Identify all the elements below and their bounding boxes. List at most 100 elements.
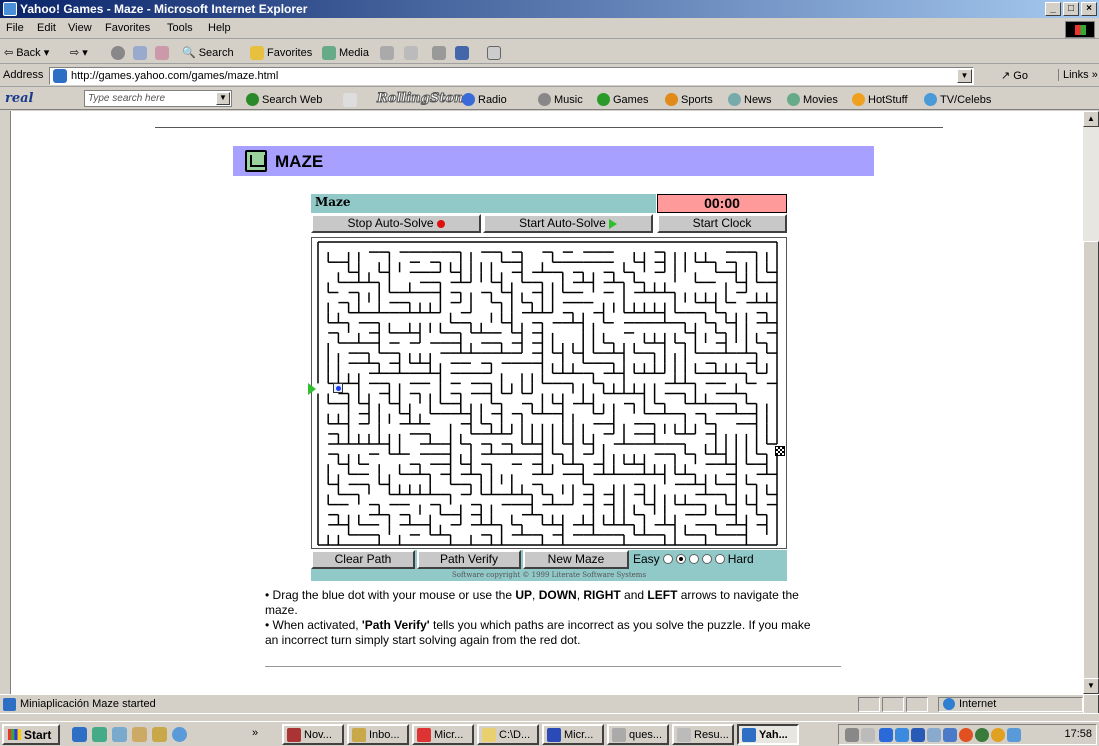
task-button[interactable]: ques... [607, 724, 669, 745]
menu-tools[interactable]: Tools [167, 22, 193, 34]
player-blue-dot[interactable] [333, 383, 343, 393]
forward-button[interactable]: ⇨ ▾ [70, 46, 88, 59]
copyright-text: Software copyright © 1999 Literate Softw… [311, 569, 787, 581]
back-button[interactable]: ⇦ Back ▾ [4, 46, 49, 60]
security-zone: Internet [943, 698, 996, 710]
games-link[interactable]: Games [597, 93, 648, 106]
play-icon [608, 218, 617, 229]
vertical-scrollbar[interactable]: ▲ ▼ [1083, 111, 1099, 741]
page-title: MAZE [275, 152, 324, 171]
hotstuff-link[interactable]: HotStuff [852, 93, 908, 106]
app-quicklaunch-icon[interactable] [132, 727, 147, 742]
new-maze-button[interactable]: New Maze [523, 550, 629, 569]
outlook-quicklaunch-icon[interactable] [92, 727, 107, 742]
app-quicklaunch-icon[interactable] [172, 727, 187, 742]
menu-help[interactable]: Help [208, 22, 231, 34]
tray-app-icon[interactable] [927, 728, 941, 742]
task-button[interactable]: C:\D... [477, 724, 539, 745]
scroll-thumb[interactable] [1083, 241, 1099, 741]
tray-app-icon[interactable] [895, 728, 909, 742]
address-bar: Address http://games.yahoo.com/games/maz… [0, 65, 1099, 87]
difficulty-radio-2[interactable] [675, 554, 686, 564]
volume-icon[interactable] [861, 728, 875, 742]
print-icon[interactable] [432, 46, 446, 60]
difficulty-radio-4[interactable] [701, 554, 712, 564]
clear-path-button[interactable]: Clear Path [311, 550, 415, 569]
menu-view[interactable]: View [68, 22, 92, 34]
start-autosolve-button[interactable]: Start Auto-Solve [483, 214, 653, 233]
address-dropdown[interactable]: ▼ [957, 69, 972, 83]
close-button[interactable]: × [1081, 2, 1097, 16]
search-web-button[interactable]: Search Web [246, 93, 322, 106]
refresh-icon[interactable] [133, 46, 147, 60]
start-clock-button[interactable]: Start Clock [657, 214, 787, 233]
quicklaunch-overflow[interactable]: » [252, 727, 262, 742]
go-button[interactable]: ↗ Go [1001, 69, 1028, 82]
real-logo[interactable]: real [5, 91, 33, 106]
task-icon [677, 727, 691, 742]
task-icon [417, 727, 431, 742]
maze-applet: Maze 00:00 Stop Auto-Solve Start Auto-So… [308, 194, 787, 581]
search-button[interactable]: 🔍 Search [182, 46, 234, 60]
tray-app-icon[interactable] [1007, 728, 1021, 742]
sports-link[interactable]: Sports [665, 93, 713, 106]
task-button[interactable]: Inbo... [347, 724, 409, 745]
address-input[interactable]: http://games.yahoo.com/games/maze.html ▼ [49, 67, 974, 85]
difficulty-radio-5[interactable] [714, 554, 725, 564]
desktop-quicklaunch-icon[interactable] [112, 727, 127, 742]
task-button[interactable]: Micr... [542, 724, 604, 745]
edit-icon[interactable] [455, 46, 469, 60]
network-icon[interactable] [845, 728, 859, 742]
difficulty-radio-1[interactable] [662, 554, 673, 564]
minimize-button[interactable]: _ [1045, 2, 1061, 16]
task-button[interactable]: Resu... [672, 724, 734, 745]
tray-app-icon[interactable] [943, 728, 957, 742]
path-verify-button[interactable]: Path Verify [417, 550, 521, 569]
home-icon[interactable] [155, 46, 169, 60]
ie-quicklaunch-icon[interactable] [72, 727, 87, 742]
discuss-icon[interactable] [487, 46, 501, 60]
task-button-active[interactable]: Yah... [737, 724, 799, 745]
status-panel [906, 697, 928, 712]
tv-celebs-link[interactable]: TV/Celebs [924, 93, 991, 106]
tray-app-icon[interactable] [911, 728, 925, 742]
movies-link[interactable]: Movies [787, 93, 838, 106]
real-search-input[interactable]: Type search here ▼ [84, 90, 232, 107]
menu-file[interactable]: File [6, 22, 24, 34]
tray-app-icon[interactable] [991, 728, 1005, 742]
menu-favorites[interactable]: Favorites [105, 22, 150, 34]
games-icon [597, 93, 610, 106]
difficulty-selector: Easy Hard [633, 552, 754, 566]
music-link[interactable]: Music [538, 93, 583, 106]
maze-board[interactable] [308, 237, 787, 549]
news-link[interactable]: News [728, 93, 772, 106]
status-text: Miniaplicación Maze started [20, 698, 156, 710]
tray-app-icon[interactable] [975, 728, 989, 742]
difficulty-radio-3[interactable] [688, 554, 699, 564]
maximize-button[interactable]: □ [1063, 2, 1079, 16]
scroll-up-button[interactable]: ▲ [1083, 111, 1099, 127]
rolling-stone-logo[interactable]: RollingStone [377, 91, 473, 107]
dropdown-arrow-icon[interactable]: ▼ [216, 92, 230, 105]
stop-icon[interactable] [111, 46, 125, 60]
favorites-button[interactable]: Favorites [250, 46, 312, 60]
media-button[interactable]: Media [322, 46, 369, 60]
ie-icon [742, 727, 756, 742]
task-button[interactable]: Nov... [282, 724, 344, 745]
start-button[interactable]: Start [2, 724, 60, 745]
highlight-icon[interactable] [343, 93, 357, 107]
links-button[interactable]: Links » [1058, 69, 1098, 81]
mail-icon[interactable] [404, 46, 418, 60]
menu-edit[interactable]: Edit [37, 22, 56, 34]
radio-button-link[interactable]: Radio [462, 93, 507, 106]
scroll-down-button[interactable]: ▼ [1083, 678, 1099, 694]
page-status-icon [3, 698, 16, 711]
stop-autosolve-button[interactable]: Stop Auto-Solve [311, 214, 481, 233]
maze-grid[interactable] [312, 238, 786, 548]
windows-logo-icon [1065, 21, 1095, 38]
tray-app-icon[interactable] [879, 728, 893, 742]
history-icon[interactable] [380, 46, 394, 60]
tray-app-icon[interactable] [959, 728, 973, 742]
app-quicklaunch-icon[interactable] [152, 727, 167, 742]
task-button[interactable]: Micr... [412, 724, 474, 745]
